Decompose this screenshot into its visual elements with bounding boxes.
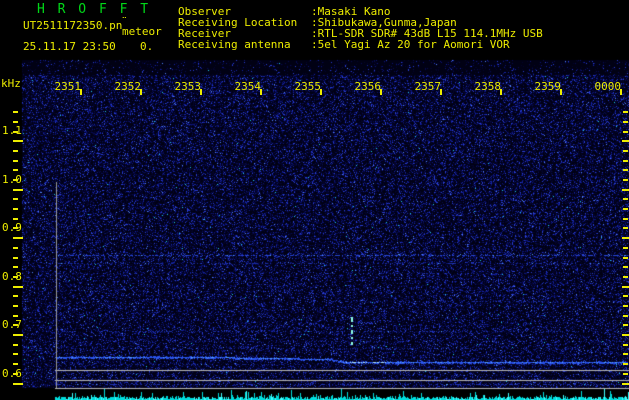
time-tick (80, 89, 82, 95)
time-tick (500, 89, 502, 95)
left-freq-tick (13, 373, 18, 375)
left-freq-tick (13, 276, 18, 278)
info-value: :5el Yagi Az 20 for Aomori VOR (311, 38, 510, 51)
time-label: 2357 (414, 80, 442, 93)
freq-unit-label: kHz (1, 77, 21, 90)
freq-label: 0.6 (2, 367, 22, 380)
left-freq-tick (13, 111, 18, 113)
right-freq-tick (623, 169, 628, 171)
time-tick (620, 89, 622, 95)
right-freq-tick (623, 247, 628, 249)
right-freq-tick (623, 198, 628, 200)
left-freq-tick (13, 266, 18, 268)
left-freq-tick (13, 286, 23, 288)
right-freq-tick (623, 324, 628, 326)
right-freq-tick (623, 208, 628, 210)
right-freq-tick (622, 286, 629, 288)
right-freq-tick (623, 131, 628, 133)
freq-label: 1.0 (2, 173, 22, 186)
left-freq-tick (13, 208, 18, 210)
time-tick (320, 89, 322, 95)
left-freq-tick (13, 315, 18, 317)
time-label: 2351 (54, 80, 82, 93)
right-freq-tick (623, 218, 628, 220)
right-freq-tick (623, 266, 628, 268)
time-label: 2356 (354, 80, 382, 93)
left-freq-tick (13, 237, 23, 239)
time-tick (260, 89, 262, 95)
left-freq-tick (13, 179, 18, 181)
time-label: 2354 (234, 80, 262, 93)
left-freq-tick (13, 353, 18, 355)
spectrogram-canvas (0, 0, 629, 400)
left-freq-tick (13, 295, 18, 297)
time-label: 2359 (534, 80, 562, 93)
left-freq-tick (13, 257, 18, 259)
right-freq-tick (623, 111, 628, 113)
time-label: 2353 (174, 80, 202, 93)
right-freq-tick (623, 363, 628, 365)
left-freq-tick (13, 227, 18, 229)
right-freq-tick (623, 179, 628, 181)
left-freq-tick (13, 383, 23, 385)
right-freq-tick (623, 276, 628, 278)
time-tick (560, 89, 562, 95)
right-freq-tick (622, 140, 629, 142)
left-freq-tick (13, 324, 18, 326)
left-freq-tick (13, 363, 18, 365)
left-freq-tick (13, 189, 23, 191)
right-freq-tick (623, 353, 628, 355)
right-freq-tick (623, 315, 628, 317)
app-title: H R O F F T (37, 2, 151, 17)
right-freq-tick (623, 257, 628, 259)
time-tick (200, 89, 202, 95)
time-label: 2355 (294, 80, 322, 93)
left-freq-tick (13, 247, 18, 249)
left-freq-tick (13, 160, 18, 162)
left-freq-tick (13, 198, 18, 200)
left-freq-tick (13, 140, 23, 142)
left-freq-tick (13, 344, 18, 346)
left-freq-tick (13, 305, 18, 307)
right-freq-tick (623, 150, 628, 152)
right-freq-tick (623, 305, 628, 307)
hrofft-window: H R O F F T UT2511172350.pn ¨ meteor 25.… (0, 0, 629, 400)
right-freq-tick (623, 295, 628, 297)
right-freq-tick (622, 383, 629, 385)
right-freq-tick (622, 189, 629, 191)
freq-label: 1.1 (2, 124, 22, 137)
right-freq-tick (623, 227, 628, 229)
output-filename: UT2511172350.pn (23, 19, 123, 32)
left-freq-tick (13, 121, 18, 123)
right-freq-tick (622, 237, 629, 239)
meteor-mode-label: meteor (122, 25, 162, 38)
left-freq-tick (13, 131, 18, 133)
left-freq-tick (13, 334, 23, 336)
right-freq-tick (623, 160, 628, 162)
time-tick (140, 89, 142, 95)
right-freq-tick (623, 344, 628, 346)
info-label: Receiving antenna (178, 38, 291, 51)
freq-label: 0.8 (2, 270, 22, 283)
time-label: 2358 (474, 80, 502, 93)
echo-count: 0. (140, 40, 154, 53)
time-label: 0000 (594, 80, 622, 93)
right-freq-tick (622, 334, 629, 336)
time-tick (440, 89, 442, 95)
left-freq-tick (13, 150, 18, 152)
freq-label: 0.7 (2, 318, 22, 331)
left-freq-tick (13, 169, 18, 171)
datetime-label: 25.11.17 23:50 (23, 40, 116, 53)
time-label: 2352 (114, 80, 142, 93)
freq-label: 0.9 (2, 221, 22, 234)
left-freq-tick (13, 218, 18, 220)
right-freq-tick (623, 121, 628, 123)
time-tick (380, 89, 382, 95)
right-freq-tick (623, 373, 628, 375)
